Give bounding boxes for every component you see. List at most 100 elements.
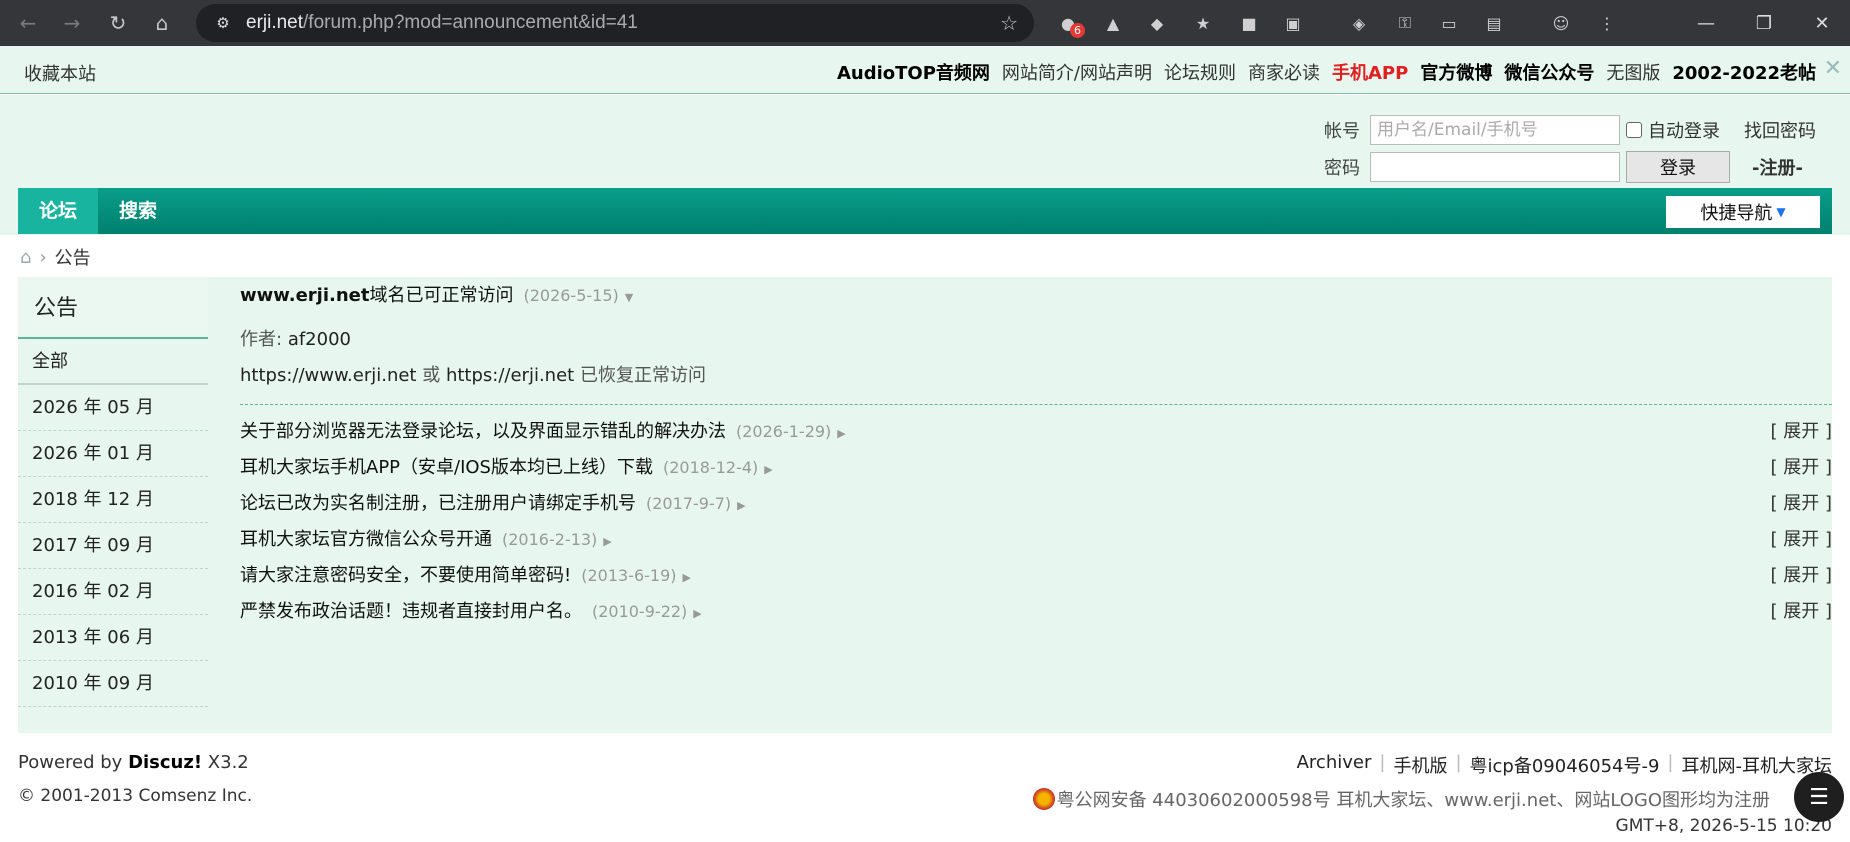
caret-down-icon: ▼ (1776, 205, 1786, 219)
remember-checkbox[interactable] (1626, 122, 1642, 138)
puzzle-icon[interactable]: ▣ (1278, 8, 1308, 38)
announcement-row-title[interactable]: 耳机大家坛手机APP（安卓/IOS版本均已上线）下载 (240, 457, 653, 478)
sidebar-title: 公告 (18, 277, 208, 339)
chat-float-icon[interactable]: ☰ (1794, 772, 1844, 822)
devices-icon[interactable]: ▭ (1434, 8, 1464, 38)
expand-link[interactable]: [ 展开 ] (1771, 561, 1833, 587)
footer: Powered by Discuz! X3.2 © 2001-2013 Coms… (0, 742, 1850, 842)
extension-icon[interactable]: ★ (1188, 8, 1218, 38)
password-input[interactable] (1370, 152, 1620, 182)
chevron-right-icon: › (39, 246, 47, 268)
footer-link[interactable]: 手机版 (1393, 752, 1447, 778)
url-text[interactable]: erji.net/forum.php?mod=announcement&id=4… (246, 12, 638, 34)
close-window-icon[interactable]: ✕ (1794, 0, 1850, 46)
announcement-row: 论坛已改为实名制注册，已注册用户请绑定手机号 (2017-9-7) ▶ [ 展开 ] (240, 489, 1832, 519)
extension-icon[interactable]: ◆ (1142, 8, 1172, 38)
quick-nav-button[interactable]: 快捷导航 ▼ (1666, 196, 1820, 228)
discuz-link[interactable]: Discuz! (128, 752, 202, 773)
sidebar-item-month[interactable]: 2017 年 09 月 (18, 523, 208, 569)
home-icon[interactable]: ⌂ (20, 247, 31, 268)
site-info-icon[interactable]: ⚙ (208, 14, 238, 32)
caret-right-icon[interactable]: ▶ (764, 463, 772, 476)
announcement-row-title[interactable]: 严禁发布政治话题！违规者直接封用户名。 (240, 601, 582, 622)
close-topbar-icon[interactable]: ✕ (1824, 56, 1842, 81)
sidebar-item-month[interactable]: 2026 年 01 月 (18, 431, 208, 477)
icp-line: 粤公网安备 44030602000598号 耳机大家坛、www.erji.net… (1032, 786, 1770, 812)
bookmark-site-link[interactable]: 收藏本站 (24, 60, 96, 86)
caret-right-icon[interactable]: ▶ (603, 535, 611, 548)
extension-badge: 6 (1070, 23, 1085, 38)
announcement-date: (2026-5-15) (523, 286, 619, 305)
top-link[interactable]: 论坛规则 (1164, 59, 1236, 85)
extension-icon[interactable]: ◈ (1344, 8, 1374, 38)
expand-link[interactable]: [ 展开 ] (1771, 525, 1833, 551)
menu-kebab-icon[interactable]: ⋮ (1592, 8, 1622, 38)
restore-icon[interactable]: ❐ (1736, 0, 1792, 46)
address-bar[interactable]: ⚙ erji.net/forum.php?mod=announcement&id… (196, 4, 1034, 42)
forgot-password-link[interactable]: 找回密码 (1744, 117, 1816, 143)
extension-icon[interactable]: ■ (1234, 8, 1264, 38)
login-button[interactable]: 登录 (1626, 151, 1730, 183)
sidebar-item-month[interactable]: 2013 年 06 月 (18, 615, 208, 661)
announcement-row-title[interactable]: 耳机大家坛官方微信公众号开通 (240, 529, 492, 550)
announcement-row-date: (2010-9-22) (592, 602, 688, 621)
caret-right-icon[interactable]: ▶ (837, 427, 845, 440)
top-link[interactable]: 微信公众号 (1504, 59, 1594, 85)
extension-icon[interactable]: ▲ (1098, 8, 1128, 38)
profile-avatar-icon[interactable]: ☺ (1546, 8, 1576, 38)
extension-icon[interactable]: ● 6 (1053, 8, 1085, 38)
reading-list-icon[interactable]: ▤ (1479, 8, 1509, 38)
sidebar-item-all[interactable]: 全部 (18, 339, 208, 385)
sidebar-item-month[interactable]: 2018 年 12 月 (18, 477, 208, 523)
expand-link[interactable]: [ 展开 ] (1771, 597, 1833, 623)
announcement-row: 耳机大家坛手机APP（安卓/IOS版本均已上线）下载 (2018-12-4) ▶ [ … (240, 453, 1832, 483)
footer-link[interactable]: Archiver (1297, 752, 1372, 778)
reload-icon[interactable]: ↻ (96, 1, 140, 45)
caret-right-icon[interactable]: ▶ (683, 571, 691, 584)
home-icon[interactable]: ⌂ (140, 1, 184, 45)
caret-right-icon[interactable]: ▶ (737, 499, 745, 512)
expand-link[interactable]: [ 展开 ] (1771, 417, 1833, 443)
top-link[interactable]: 手机APP (1332, 59, 1408, 85)
password-label: 密码 (1324, 158, 1360, 179)
bookmark-star-icon[interactable]: ☆ (1000, 11, 1018, 35)
expand-link[interactable]: [ 展开 ] (1771, 453, 1833, 479)
forward-icon[interactable]: → (50, 1, 94, 45)
account-input[interactable] (1370, 115, 1620, 145)
police-badge-icon (1032, 788, 1055, 810)
sidebar-item-month[interactable]: 2016 年 02 月 (18, 569, 208, 615)
password-key-icon[interactable]: ⚿ (1390, 8, 1420, 38)
expand-link[interactable]: [ 展开 ] (1771, 489, 1833, 515)
top-link[interactable]: 2002-2022老帖 (1672, 59, 1816, 85)
register-link[interactable]: -注册- (1752, 154, 1803, 180)
sidebar-item-month[interactable]: 2010 年 09 月 (18, 661, 208, 707)
announcement-row-title[interactable]: 请大家注意密码安全，不要使用简单密码! (240, 565, 571, 586)
browser-toolbar: ← → ↻ ⌂ ⚙ erji.net/forum.php?mod=announc… (0, 0, 1850, 46)
top-link[interactable]: 官方微博 (1420, 59, 1492, 85)
top-link[interactable]: 商家必读 (1248, 59, 1320, 85)
announcement-title: www.erji.net域名已可正常访问 (2026-5-15) ▼ (240, 285, 634, 306)
caret-right-icon[interactable]: ▶ (693, 607, 701, 620)
announcement-row-date: (2026-1-29) (736, 422, 832, 441)
top-link[interactable]: 网站简介/网站声明 (1002, 59, 1152, 85)
sidebar-item-month[interactable]: 2026 年 05 月 (18, 385, 208, 431)
announcement-row-date: (2016-2-13) (502, 530, 598, 549)
announcement-row-title[interactable]: 关于部分浏览器无法登录论坛，以及界面显示错乱的解决办法 (240, 421, 726, 442)
main-nav: 论坛 搜索 快捷导航 ▼ (18, 188, 1832, 234)
top-links: AudioTOP音频网 网站简介/网站声明 论坛规则 商家必读 手机APP 官方微博 微信公… (837, 59, 1816, 85)
announcement-row: 关于部分浏览器无法登录论坛，以及界面显示错乱的解决办法 (2026-1-29) ▶ [… (240, 417, 1832, 447)
nav-search[interactable]: 搜索 (98, 188, 178, 234)
announcement-row-title[interactable]: 论坛已改为实名制注册，已注册用户请绑定手机号 (240, 493, 636, 514)
announcement-row-date: (2018-12-4) (663, 458, 759, 477)
nav-forum[interactable]: 论坛 (18, 188, 99, 234)
remember-label[interactable]: 自动登录 (1648, 117, 1720, 143)
caret-down-icon[interactable]: ▼ (625, 291, 633, 304)
server-time: GMT+8, 2026-5-15 10:20 (1615, 816, 1832, 836)
minimize-icon[interactable]: — (1678, 0, 1734, 46)
top-link[interactable]: AudioTOP音频网 (837, 59, 990, 85)
powered-by: Powered by Discuz! X3.2 (18, 752, 249, 773)
copyright: © 2001-2013 Comsenz Inc. (18, 786, 253, 806)
back-icon[interactable]: ← (6, 1, 50, 45)
footer-link[interactable]: 粤icp备09046054号-9 (1470, 752, 1660, 778)
top-link[interactable]: 无图版 (1606, 59, 1660, 85)
